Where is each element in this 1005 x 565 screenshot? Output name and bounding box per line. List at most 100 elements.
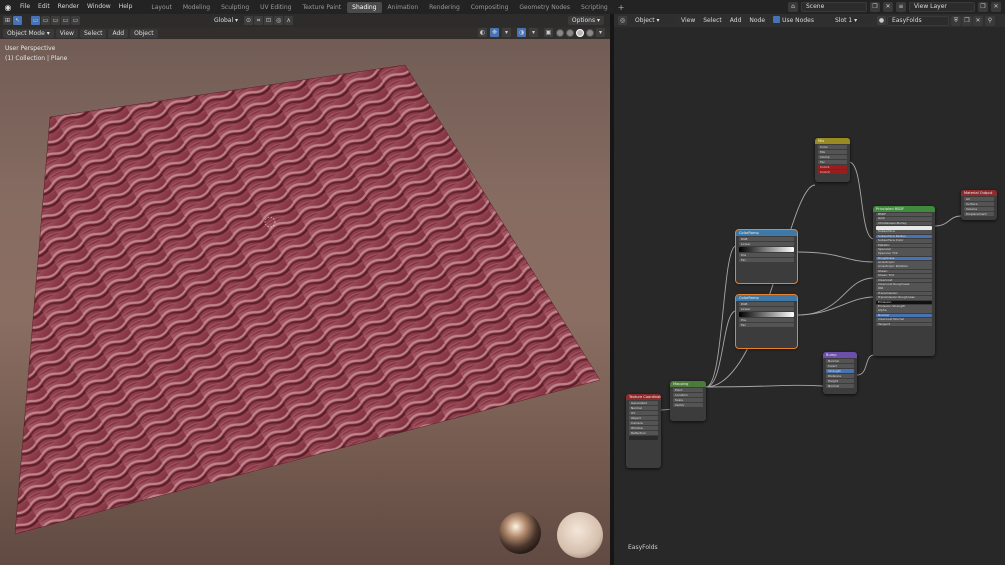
- tab-animation[interactable]: Animation: [383, 2, 424, 13]
- object-mode-dropdown[interactable]: Object Mode ▾: [3, 28, 54, 38]
- node-material-output[interactable]: Material Output All Surface Volume Displ…: [961, 190, 997, 220]
- bsdf-row-normal[interactable]: Normal: [876, 313, 932, 318]
- snap-target-icon[interactable]: ⊡: [264, 16, 274, 25]
- select-extend-icon[interactable]: ▭: [41, 16, 50, 25]
- bump-invert-checkbox[interactable]: Invert: [826, 364, 854, 368]
- menu-file[interactable]: File: [16, 0, 34, 14]
- add-workspace-icon[interactable]: +: [614, 3, 629, 12]
- 3d-viewport[interactable]: ⊞ ↖ ▭ ▭ ▭ ▭ ▭ Global ▾ ⊙ ⌗ ⊡ ◎ ∧ Options…: [0, 14, 610, 565]
- blender-logo-icon[interactable]: ◉: [0, 0, 16, 14]
- node-colorramp-1[interactable]: ColorRamp RGB Linear Pos Fac: [735, 229, 798, 284]
- colorramp-fac-socket[interactable]: Fac: [739, 258, 794, 262]
- proportional-edit-icon[interactable]: ◎: [274, 16, 284, 25]
- bsdf-row-clearcoat-roughness[interactable]: Clearcoat Roughness: [876, 283, 932, 287]
- view-layer-field[interactable]: View Layer: [909, 2, 975, 12]
- bump-normal-out[interactable]: Normal: [826, 359, 854, 363]
- object-menu[interactable]: Object: [130, 28, 158, 38]
- mix-fac-socket[interactable]: Fac: [818, 160, 847, 164]
- scene-field[interactable]: Scene: [801, 2, 867, 12]
- output-displacement-socket[interactable]: Displacement: [964, 212, 994, 216]
- bump-normal-socket[interactable]: Normal: [826, 384, 854, 388]
- bsdf-row-bsdf[interactable]: BSDF: [876, 212, 932, 217]
- node-mapping[interactable]: Mapping Point Location Scale Vector: [670, 381, 706, 421]
- rendered-shading-icon[interactable]: [586, 28, 594, 37]
- bump-height-socket[interactable]: Height: [826, 379, 854, 383]
- socket-reflection[interactable]: Reflection: [629, 431, 658, 435]
- bsdf-row-ior[interactable]: IOR: [876, 287, 932, 292]
- colorramp-fac-socket[interactable]: Fac: [739, 323, 794, 327]
- mix-color2-swatch[interactable]: Color2: [818, 170, 847, 174]
- colorramp-mode-dropdown[interactable]: RGB: [739, 237, 794, 241]
- select-intersect-icon[interactable]: ▭: [71, 16, 80, 25]
- bsdf-row-alpha[interactable]: Alpha: [876, 309, 932, 313]
- gizmo-icon[interactable]: ✥: [490, 28, 499, 37]
- node-texture-coordinate[interactable]: Texture Coordinate Generated Normal UV O…: [626, 394, 661, 468]
- output-surface-socket[interactable]: Surface: [964, 202, 994, 206]
- view-menu[interactable]: View: [55, 28, 78, 38]
- tab-geometry-nodes[interactable]: Geometry Nodes: [514, 2, 575, 13]
- bsdf-row-sheen-tint[interactable]: Sheen Tint: [876, 274, 932, 278]
- bsdf-row-base-color[interactable]: Base Color: [876, 225, 932, 230]
- tab-scripting[interactable]: Scripting: [576, 2, 613, 13]
- node-colorramp-2[interactable]: ColorRamp RGB Linear Pos Fac: [735, 294, 798, 349]
- solid-shading-icon[interactable]: [566, 28, 574, 37]
- new-scene-icon[interactable]: ❐: [870, 2, 880, 12]
- bump-distance-field[interactable]: Distance: [826, 374, 854, 378]
- mapping-location-field[interactable]: Location: [673, 393, 703, 397]
- delete-scene-icon[interactable]: ✕: [883, 2, 893, 12]
- add-menu[interactable]: Add: [108, 28, 129, 38]
- colorramp-gradient-bar[interactable]: [739, 312, 794, 317]
- colorramp-pos-field[interactable]: Pos: [739, 318, 794, 322]
- colorramp-pos-field[interactable]: Pos: [739, 253, 794, 257]
- shading-dropdown-icon[interactable]: ▾: [596, 28, 605, 37]
- mapping-type-dropdown[interactable]: Point: [673, 388, 703, 392]
- mix-color1-swatch[interactable]: Color1: [818, 165, 847, 169]
- bsdf-row-transmission[interactable]: Transmission: [876, 291, 932, 296]
- colorramp-interp-dropdown[interactable]: Linear: [739, 242, 794, 246]
- bsdf-row-anisotropic[interactable]: Anisotropic: [876, 261, 932, 265]
- bsdf-row-clearcoat[interactable]: Clearcoat: [876, 278, 932, 283]
- tab-sculpting[interactable]: Sculpting: [216, 2, 254, 13]
- pivot-point-icon[interactable]: ⊙: [244, 16, 254, 25]
- scene-icon[interactable]: ⌂: [788, 2, 798, 12]
- delete-view-layer-icon[interactable]: ✕: [991, 2, 1001, 12]
- mix-blend-dropdown[interactable]: Mix: [818, 150, 847, 154]
- tab-shading[interactable]: Shading: [347, 1, 382, 13]
- socket-generated[interactable]: Generated: [629, 401, 658, 405]
- gizmo-dropdown-icon[interactable]: ▾: [502, 28, 511, 37]
- socket-window[interactable]: Window: [629, 426, 658, 430]
- node-mix-rgb[interactable]: Mix Color Mix Clamp Fac Color1 Color2: [815, 138, 850, 182]
- bsdf-row-subsurface-color[interactable]: Subsurface Color: [876, 239, 932, 243]
- bsdf-row-emission[interactable]: Emission: [876, 300, 932, 305]
- bsdf-row-metallic[interactable]: Metallic: [876, 243, 932, 248]
- menu-render[interactable]: Render: [54, 0, 83, 14]
- xray-icon[interactable]: ▣: [544, 28, 553, 37]
- bsdf-row-anisotropic-rotation[interactable]: Anisotropic Rotation: [876, 265, 932, 270]
- material-preview-shading-icon[interactable]: [576, 28, 584, 37]
- select-menu[interactable]: Select: [79, 28, 107, 38]
- options-button[interactable]: Options ▾: [567, 16, 604, 25]
- output-volume-socket[interactable]: Volume: [964, 207, 994, 211]
- bsdf-row-subsurface[interactable]: Subsurface: [876, 230, 932, 234]
- overlays-icon[interactable]: ◑: [517, 28, 526, 37]
- bsdf-row-specular-tint[interactable]: Specular Tint: [876, 252, 932, 256]
- bsdf-row-tangent[interactable]: Tangent: [876, 322, 932, 327]
- select-tool-icon[interactable]: ↖: [13, 16, 22, 25]
- tab-texture-paint[interactable]: Texture Paint: [297, 2, 346, 13]
- menu-window[interactable]: Window: [83, 0, 115, 14]
- shader-node-editor[interactable]: ◎ Object ▾ View Select Add Node Use Node…: [614, 14, 1005, 565]
- view-layer-icon[interactable]: ≡: [896, 2, 906, 12]
- bsdf-row-specular[interactable]: Specular: [876, 247, 932, 252]
- node-principled-bsdf[interactable]: Principled BSDF BSDF GGX Christensen-Burle…: [873, 206, 935, 356]
- node-bump[interactable]: Bump Normal Invert Strength Distance Hei…: [823, 352, 857, 394]
- select-invert-icon[interactable]: ▭: [61, 16, 70, 25]
- object-picker-field[interactable]: [629, 436, 658, 440]
- bsdf-row-emission-strength[interactable]: Emission Strength: [876, 305, 932, 309]
- bsdf-row-roughness[interactable]: Roughness: [876, 256, 932, 261]
- tab-modeling[interactable]: Modeling: [178, 2, 215, 13]
- editor-type-icon[interactable]: ⊞: [3, 16, 12, 25]
- socket-uv[interactable]: UV: [629, 411, 658, 415]
- menu-edit[interactable]: Edit: [34, 0, 54, 14]
- mapping-vector-socket[interactable]: Vector: [673, 403, 703, 407]
- snap-icon[interactable]: ⌗: [254, 16, 264, 25]
